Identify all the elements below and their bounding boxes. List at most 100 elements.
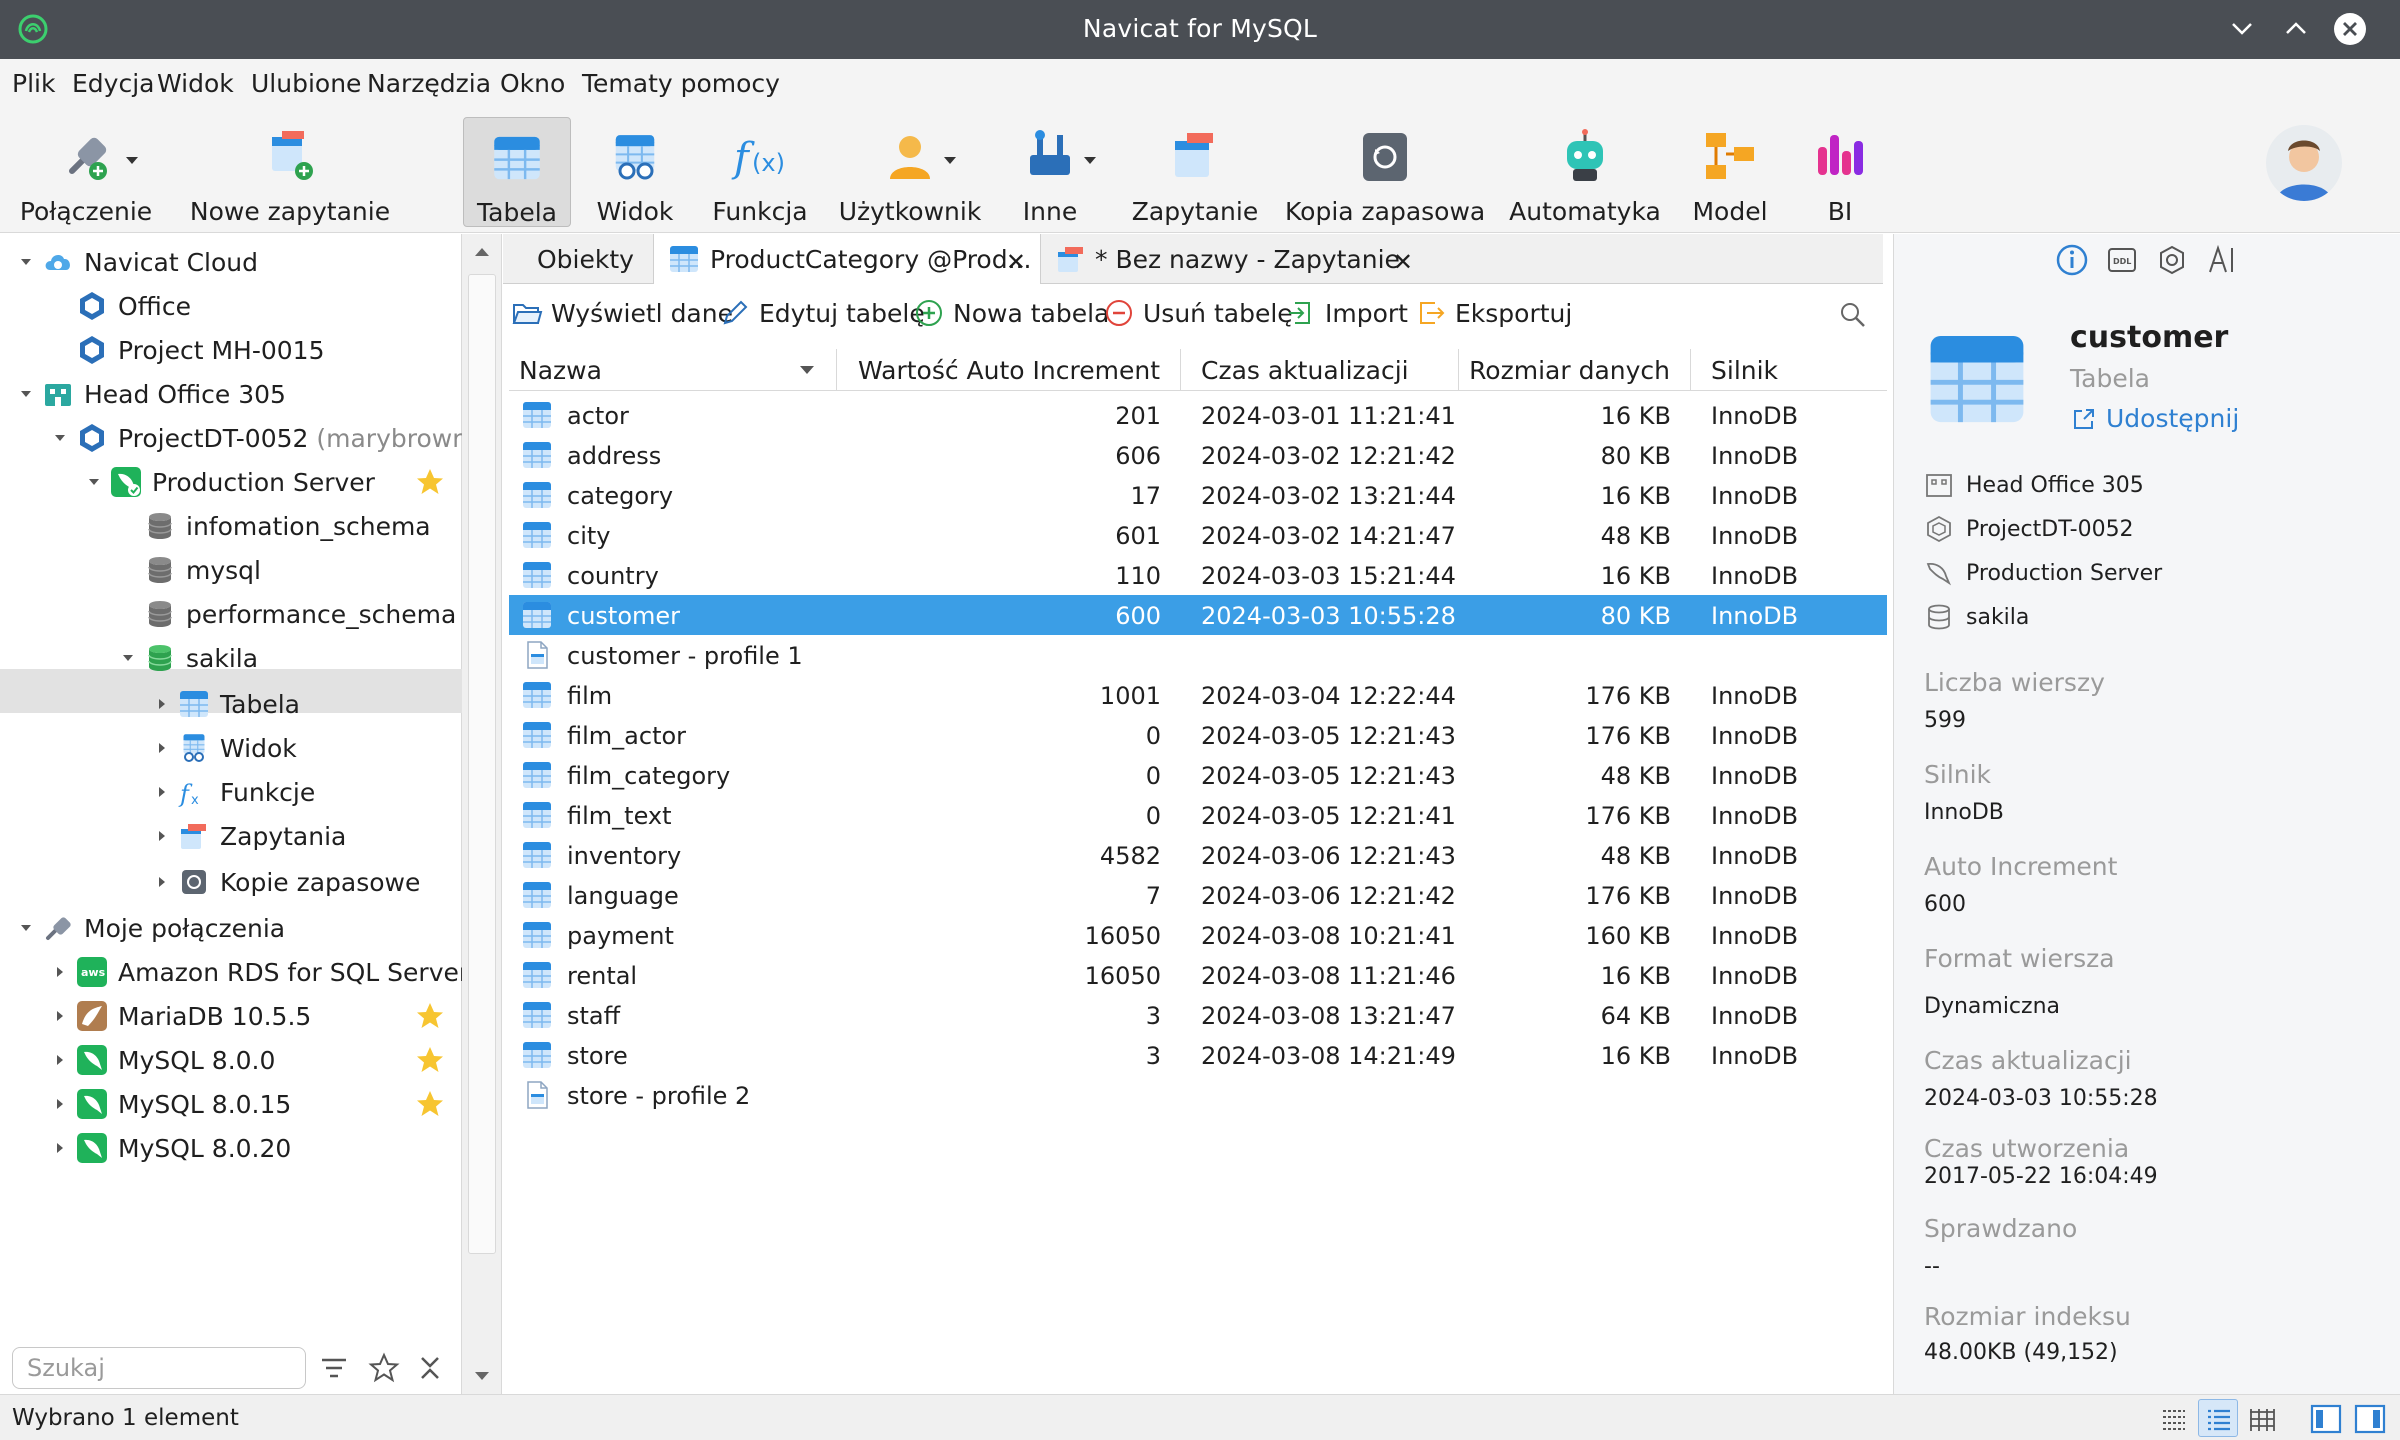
bi-button[interactable]: BI: [1790, 117, 1890, 227]
tree-scrollbar[interactable]: [462, 234, 502, 1394]
new-table-button[interactable]: Nowa tabela: [913, 297, 1109, 329]
tree-functions[interactable]: fx Funkcje: [154, 772, 315, 812]
import-button[interactable]: Import: [1285, 297, 1408, 329]
expand-arrow-icon[interactable]: [154, 696, 170, 712]
new-query-button[interactable]: Nowe zapytanie: [180, 117, 400, 227]
delete-table-button[interactable]: Usuń tabelę: [1103, 297, 1293, 329]
view-button[interactable]: Widok: [580, 117, 690, 227]
expand-arrow-icon[interactable]: [52, 1096, 68, 1112]
tree-views[interactable]: Widok: [154, 728, 297, 768]
tree-office[interactable]: Office: [76, 286, 191, 326]
column-header-data-size[interactable]: Rozmiar danych: [1459, 349, 1691, 391]
tree-project-dt[interactable]: ProjectDT-0052 (marybrown): [52, 418, 478, 458]
expand-arrow-icon[interactable]: [154, 828, 170, 844]
expand-arrow-icon[interactable]: [154, 784, 170, 800]
table-row[interactable]: film_actor 0 2024-03-05 12:21:43 176 KB Inno…: [509, 715, 1887, 755]
menu-narzedzia[interactable]: Narzędzia: [367, 69, 491, 98]
filter-icon[interactable]: [318, 1352, 350, 1384]
ai-icon[interactable]: [2204, 242, 2240, 278]
model-button[interactable]: Model: [1680, 117, 1780, 227]
tab-product-category[interactable]: ProductCategory @Prod... ✕: [653, 234, 1041, 284]
sort-desc-icon[interactable]: [798, 363, 816, 377]
collapse-all-icon[interactable]: [414, 1352, 446, 1384]
menu-okno[interactable]: Okno: [500, 69, 565, 98]
table-button[interactable]: Tabela: [463, 117, 571, 227]
detail-view-button[interactable]: [2198, 1399, 2238, 1437]
avatar[interactable]: [2266, 125, 2342, 201]
tree-project-mh[interactable]: Project MH-0015: [76, 330, 325, 370]
column-header-engine[interactable]: Silnik: [1691, 349, 1887, 391]
open-table-button[interactable]: Wyświetl dane: [511, 297, 733, 329]
table-row[interactable]: film_category 0 2024-03-05 12:21:43 48 KB In…: [509, 755, 1887, 795]
close-tab-icon[interactable]: ✕: [1006, 248, 1026, 276]
table-row[interactable]: film_text 0 2024-03-05 12:21:41 176 KB InnoD…: [509, 795, 1887, 835]
collapse-arrow-icon[interactable]: [52, 430, 68, 446]
tab-untitled-query[interactable]: * Bez nazwy - Zapytanie ✕: [1041, 234, 1427, 284]
collapse-arrow-icon[interactable]: [18, 920, 34, 936]
expand-arrow-icon[interactable]: [52, 1052, 68, 1068]
info-icon[interactable]: [2054, 242, 2090, 278]
scroll-thumb[interactable]: [468, 274, 496, 1254]
tree-db-information-schema[interactable]: infomation_schema: [144, 506, 431, 546]
menu-ulubione[interactable]: Ulubione: [251, 69, 361, 98]
column-header-auto-increment[interactable]: Wartość Auto Increment: [837, 349, 1181, 391]
tree-production-server[interactable]: Production Server: [86, 462, 375, 502]
table-row[interactable]: actor 201 2024-03-01 11:21:41 16 KB InnoDB: [509, 395, 1887, 435]
table-row[interactable]: language 7 2024-03-06 12:21:42 176 KB InnoDB: [509, 875, 1887, 915]
close-icon[interactable]: [2333, 12, 2367, 46]
tree-backups[interactable]: Kopie zapasowe: [154, 862, 420, 902]
scroll-down-icon[interactable]: [472, 1368, 492, 1384]
column-header-update-time[interactable]: Czas aktualizacji: [1181, 349, 1459, 391]
design-table-button[interactable]: Edytuj tabelę: [719, 297, 925, 329]
menu-edycja[interactable]: Edycja: [72, 69, 154, 98]
tree-conn-mysql-8015[interactable]: MySQL 8.0.15: [52, 1084, 291, 1124]
table-row[interactable]: staff 3 2024-03-08 13:21:47 64 KB InnoDB: [509, 995, 1887, 1035]
ddl-icon[interactable]: DDL: [2104, 242, 2140, 278]
tree-db-performance-schema[interactable]: performance_schema: [144, 594, 456, 634]
tree-tables[interactable]: Tabela: [154, 684, 300, 724]
expand-arrow-icon[interactable]: [52, 964, 68, 980]
star-outline-icon[interactable]: [368, 1352, 400, 1384]
menu-tematy-pomocy[interactable]: Tematy pomocy: [582, 69, 780, 98]
export-button[interactable]: Eksportuj: [1415, 297, 1572, 329]
menu-plik[interactable]: Plik: [12, 69, 55, 98]
tree-conn-mysql-800[interactable]: MySQL 8.0.0: [52, 1040, 275, 1080]
expand-arrow-icon[interactable]: [52, 1140, 68, 1156]
right-panel-toggle-icon[interactable]: [2352, 1401, 2388, 1437]
table-row[interactable]: store 3 2024-03-08 14:21:49 16 KB InnoDB: [509, 1035, 1887, 1075]
tree-conn-mysql-8020[interactable]: MySQL 8.0.20: [52, 1128, 291, 1168]
favorite-star-icon[interactable]: [414, 1000, 446, 1032]
table-row[interactable]: inventory 4582 2024-03-06 12:21:43 48 KB Inn…: [509, 835, 1887, 875]
collapse-arrow-icon[interactable]: [18, 254, 34, 270]
share-link[interactable]: Udostępnij: [2070, 404, 2239, 433]
maximize-icon[interactable]: [2279, 12, 2313, 46]
tree-db-sakila[interactable]: sakila: [120, 638, 258, 678]
tree-my-connections[interactable]: Moje połączenia: [18, 908, 285, 948]
table-row[interactable]: store - profile 2: [509, 1075, 1887, 1115]
close-tab-icon[interactable]: ✕: [1393, 248, 1413, 276]
favorite-star-icon[interactable]: [414, 466, 446, 498]
expand-arrow-icon[interactable]: [154, 740, 170, 756]
tree-db-mysql[interactable]: mysql: [144, 550, 261, 590]
search-input[interactable]: Szukaj: [12, 1347, 306, 1389]
query-button[interactable]: Zapytanie: [1125, 117, 1265, 227]
minimize-icon[interactable]: [2225, 12, 2259, 46]
tree-conn-amazon-rds[interactable]: aws Amazon RDS for SQL Server: [52, 952, 469, 992]
collapse-arrow-icon[interactable]: [120, 650, 136, 666]
table-row[interactable]: payment 16050 2024-03-08 10:21:41 160 KB Inn…: [509, 915, 1887, 955]
tree-conn-mariadb[interactable]: MariaDB 10.5.5: [52, 996, 311, 1036]
collapse-arrow-icon[interactable]: [86, 474, 102, 490]
grid-view-icon[interactable]: [2246, 1403, 2278, 1435]
backup-button[interactable]: Kopia zapasowa: [1285, 117, 1485, 227]
connection-button[interactable]: Połączenie: [6, 117, 166, 227]
table-row[interactable]: film 1001 2024-03-04 12:22:44 176 KB InnoDB: [509, 675, 1887, 715]
search-icon[interactable]: [1837, 299, 1869, 331]
user-button[interactable]: Użytkownik: [830, 117, 990, 227]
left-panel-toggle-icon[interactable]: [2308, 1401, 2344, 1437]
tab-objects[interactable]: Obiekty: [503, 234, 653, 284]
collapse-arrow-icon[interactable]: [18, 386, 34, 402]
menu-widok[interactable]: Widok: [157, 69, 234, 98]
automation-button[interactable]: Automatyka: [1505, 117, 1665, 227]
table-row[interactable]: country 110 2024-03-03 15:21:44 16 KB InnoDB: [509, 555, 1887, 595]
favorite-star-icon[interactable]: [414, 1088, 446, 1120]
